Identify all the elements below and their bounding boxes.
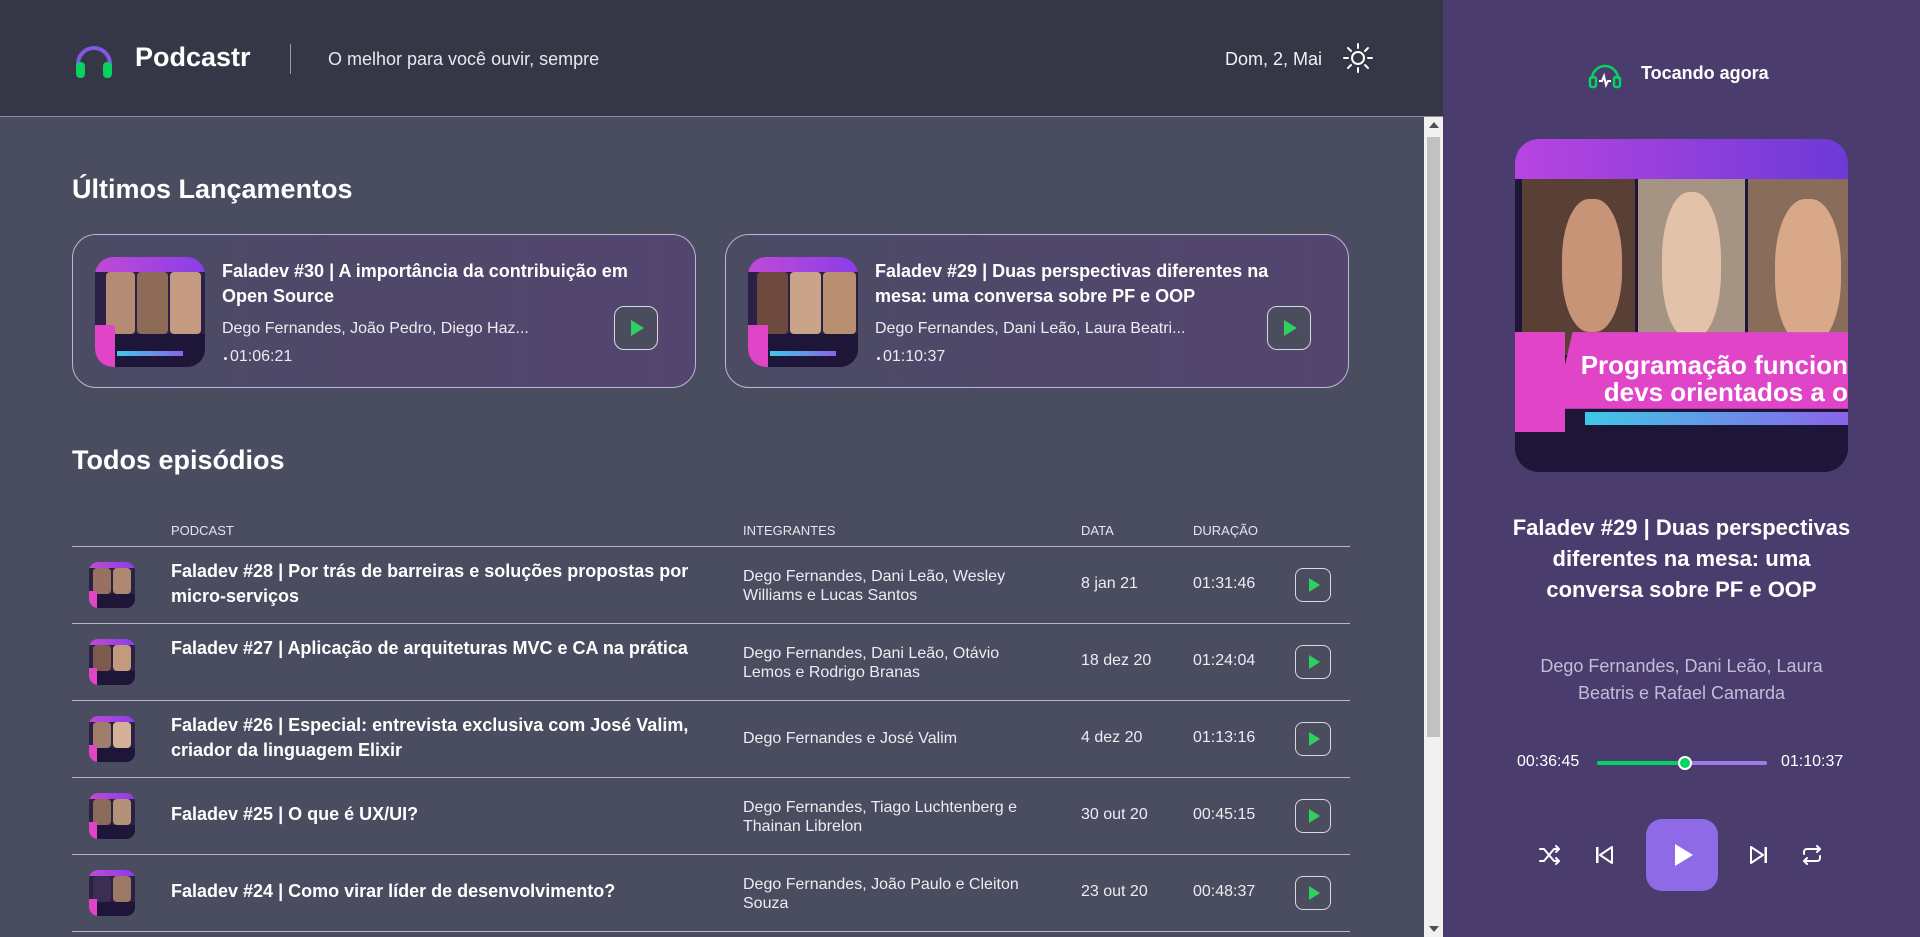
play-episode-button[interactable] (1295, 722, 1331, 756)
episode-thumbnail (89, 639, 135, 685)
progress-slider[interactable] (1597, 756, 1767, 770)
episode-duration: 01:06:21 (223, 348, 293, 365)
episode-members: Dego Fernandes, Dani Leão, Otávio Lemos … (743, 645, 1000, 681)
play-icon (1309, 809, 1320, 823)
episode-members: Dego Fernandes, João Paulo e Cleiton Sou… (743, 876, 1019, 912)
episode-members: Dego Fernandes e José Valim (743, 730, 958, 747)
episode-title[interactable]: Faladev #24 | Como virar líder de desenv… (171, 879, 691, 904)
header-divider (290, 44, 291, 74)
episode-title[interactable]: Faladev #29 | Duas perspectivas diferent… (875, 259, 1315, 309)
scrollbar-thumb[interactable] (1427, 137, 1440, 737)
episode-date: 4 dez 20 (1081, 729, 1143, 746)
episode-thumbnail (748, 257, 858, 367)
episode-members: Dego Fernandes, Dani Leão, Wesley Willia… (743, 568, 1006, 604)
play-episode-button[interactable] (614, 306, 658, 350)
episode-thumbnail (89, 716, 135, 762)
play-icon (1284, 320, 1297, 336)
play-episode-button[interactable] (1267, 306, 1311, 350)
episode-members: Dego Fernandes, Dani Leão, Laura Beatri.… (875, 320, 1186, 337)
episode-thumbnail (89, 870, 135, 916)
episode-title[interactable]: Faladev #26 | Especial: entrevista exclu… (171, 713, 691, 763)
headphones-logo-icon (76, 46, 112, 78)
total-time: 01:10:37 (1781, 753, 1844, 770)
play-icon (631, 320, 644, 336)
previous-icon[interactable] (1591, 842, 1617, 868)
latest-section-title: Últimos Lançamentos (72, 174, 353, 204)
latest-episode-card[interactable]: Faladev #30 | A importância da contribui… (72, 234, 696, 388)
header: Podcastr O melhor para você ouvir, sempr… (0, 0, 1443, 117)
playing-episode-members: Dego Fernandes, Dani Leão, Laura Beatris… (1540, 656, 1823, 703)
episode-thumbnail (89, 562, 135, 608)
table-row: Faladev #26 | Especial: entrevista exclu… (72, 701, 1350, 778)
tagline: O melhor para você ouvir, sempre (328, 49, 600, 69)
playing-episode-title: Faladev #29 | Duas perspectivas diferent… (1512, 515, 1851, 602)
play-icon (1309, 732, 1320, 746)
now-playing-headphones-icon (1588, 64, 1622, 89)
play-episode-button[interactable] (1295, 645, 1331, 679)
episode-date: 23 out 20 (1081, 883, 1148, 900)
episode-date: 30 out 20 (1081, 806, 1148, 823)
scroll-down-arrow-icon[interactable] (1429, 926, 1439, 932)
episode-members: Dego Fernandes, Tiago Luchtenberg e Thai… (743, 799, 1017, 835)
episode-duration: 01:24:04 (1193, 652, 1256, 669)
play-episode-button[interactable] (1295, 799, 1331, 833)
episode-title[interactable]: Faladev #25 | O que é UX/UI? (171, 802, 691, 827)
vertical-scrollbar[interactable] (1424, 117, 1443, 937)
cover-text: Programação funcion devs orientados a o (1580, 352, 1848, 408)
episode-cover: Programação funcion devs orientados a o (1515, 139, 1848, 472)
episode-title[interactable]: Faladev #28 | Por trás de barreiras e so… (171, 559, 691, 609)
table-row: Faladev #27 | Aplicação de arquiteturas … (72, 624, 1350, 701)
play-icon (1309, 655, 1320, 669)
table-row: Faladev #24 | Como virar líder de desenv… (72, 855, 1350, 932)
shuffle-icon[interactable] (1537, 842, 1563, 868)
episode-date: 18 dez 20 (1081, 652, 1152, 669)
table-row: Faladev #28 | Por trás de barreiras e so… (72, 547, 1350, 624)
episode-duration: 00:48:37 (1193, 883, 1256, 900)
current-time: 00:36:45 (1517, 753, 1580, 770)
episodes-table-header: PODCAST INTEGRANTES DATA DURAÇÃO (72, 517, 1350, 547)
episode-members: Dego Fernandes, João Pedro, Diego Haz... (222, 320, 529, 337)
latest-episode-card[interactable]: Faladev #29 | Duas perspectivas diferent… (725, 234, 1349, 388)
episode-title[interactable]: Faladev #27 | Aplicação de arquiteturas … (171, 636, 691, 661)
all-episodes-title: Todos episódios (72, 445, 285, 475)
episode-duration: 01:31:46 (1193, 575, 1256, 592)
now-playing-label: Tocando agora (1641, 63, 1769, 83)
episode-title[interactable]: Faladev #30 | A importância da contribui… (222, 259, 662, 309)
progress-fill (1597, 761, 1686, 765)
episode-thumbnail (95, 257, 205, 367)
play-icon (1675, 844, 1693, 866)
episode-duration: 01:13:16 (1193, 729, 1256, 746)
column-date: DATA (1081, 523, 1114, 538)
next-icon[interactable] (1746, 842, 1772, 868)
episode-duration: 01:10:37 (876, 348, 946, 365)
sun-icon[interactable] (1343, 43, 1373, 73)
scroll-up-arrow-icon[interactable] (1429, 122, 1439, 128)
episode-date: 8 jan 21 (1081, 575, 1138, 592)
play-pause-button[interactable] (1646, 819, 1718, 891)
table-row: Faladev #25 | O que é UX/UI? Dego Fernan… (72, 778, 1350, 855)
player-panel: Tocando agora Programação funcion devs o… (1443, 0, 1920, 937)
episode-duration: 00:45:15 (1193, 806, 1256, 823)
episode-thumbnail (89, 793, 135, 839)
brand-name: Podcastr (135, 42, 251, 72)
column-podcast: PODCAST (171, 523, 234, 538)
column-duration: DURAÇÃO (1193, 523, 1259, 538)
play-icon (1309, 886, 1320, 900)
play-episode-button[interactable] (1295, 876, 1331, 910)
main-content: Últimos Lançamentos Faladev #30 | A impo… (0, 117, 1424, 937)
play-episode-button[interactable] (1295, 568, 1331, 602)
play-icon (1309, 578, 1320, 592)
progress-knob[interactable] (1678, 756, 1693, 770)
repeat-icon[interactable] (1799, 842, 1825, 868)
current-date: Dom, 2, Mai (1225, 49, 1323, 69)
column-members: INTEGRANTES (743, 523, 836, 538)
